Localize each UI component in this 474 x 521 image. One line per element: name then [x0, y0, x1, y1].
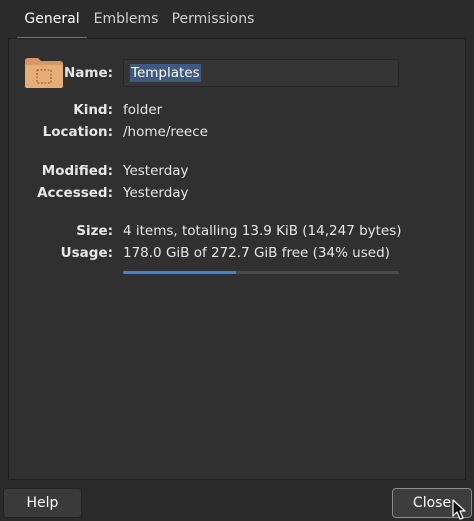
- size-row: Size: 4 items, totalling 13.9 KiB (14,24…: [9, 220, 467, 242]
- location-value: /home/reece: [123, 124, 208, 140]
- general-panel: Name: Templates Kind: folder Location: /…: [8, 38, 466, 480]
- modified-label: Modified:: [41, 163, 113, 179]
- name-field[interactable]: Templates: [123, 59, 399, 87]
- kind-value: folder: [123, 102, 163, 118]
- size-label: Size:: [76, 223, 113, 239]
- usage-bar: [123, 271, 399, 274]
- accessed-label: Accessed:: [37, 185, 113, 201]
- help-button[interactable]: Help: [3, 488, 82, 518]
- close-button-label: Close: [412, 495, 452, 511]
- mouse-pointer-icon: [452, 499, 466, 520]
- usage-value: 178.0 GiB of 272.7 GiB free (34% used): [123, 245, 390, 261]
- help-button-label: Help: [26, 495, 59, 511]
- accessed-value: Yesterday: [123, 185, 189, 201]
- tab-general[interactable]: General: [17, 0, 87, 39]
- kind-row: Kind: folder: [9, 99, 467, 121]
- usage-row: Usage: 178.0 GiB of 272.7 GiB free (34% …: [9, 242, 467, 264]
- accessed-row: Accessed: Yesterday: [9, 182, 467, 204]
- tab-bar: General Emblems Permissions: [0, 0, 474, 39]
- tab-general-label: General: [24, 11, 80, 27]
- tab-emblems[interactable]: Emblems: [91, 0, 161, 38]
- name-field-text: Templates: [130, 64, 201, 82]
- kind-label: Kind:: [73, 102, 113, 118]
- tab-permissions[interactable]: Permissions: [168, 0, 258, 38]
- tab-permissions-label: Permissions: [171, 11, 255, 27]
- size-value: 4 items, totalling 13.9 KiB (14,247 byte…: [123, 223, 402, 239]
- location-label: Location:: [42, 124, 113, 140]
- usage-bar-fill: [123, 271, 237, 274]
- modified-value: Yesterday: [123, 163, 189, 179]
- name-label: Name:: [63, 65, 113, 81]
- tab-emblems-label: Emblems: [93, 11, 159, 27]
- modified-row: Modified: Yesterday: [9, 160, 467, 182]
- usage-label: Usage:: [60, 245, 113, 261]
- location-row: Location: /home/reece: [9, 121, 467, 143]
